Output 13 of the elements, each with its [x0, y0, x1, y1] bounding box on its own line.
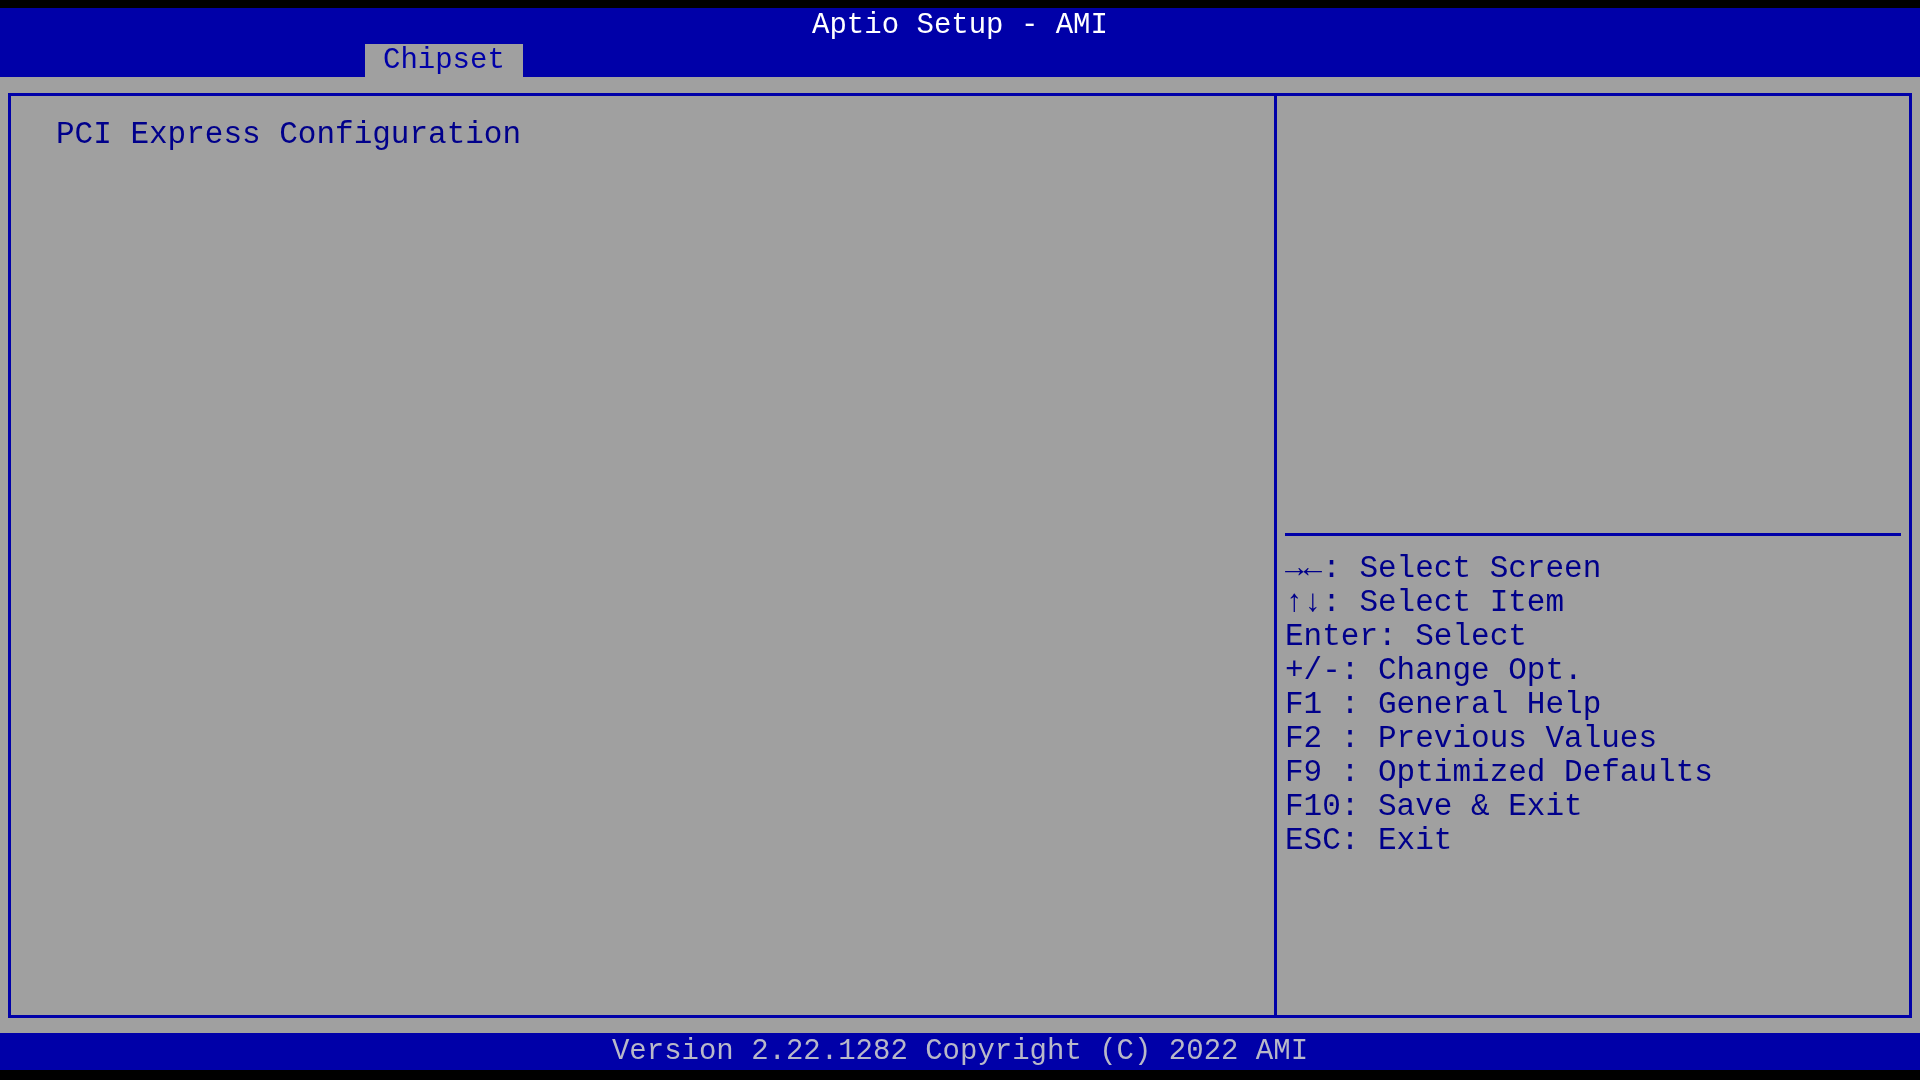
help-line: F1 : General Help: [1285, 688, 1603, 722]
help-line: ↑↓: Select Item: [1285, 586, 1566, 620]
help-line: F2 : Previous Values: [1285, 722, 1659, 756]
help-line: +/-: Change Opt.: [1285, 654, 1584, 688]
help-line: F10: Save & Exit: [1285, 790, 1584, 824]
help-line: Enter: Select: [1285, 620, 1528, 654]
help-line: →←: Select Screen: [1285, 552, 1603, 586]
help-line: F9 : Optimized Defaults: [1285, 756, 1714, 790]
menu-item[interactable]: PCI Express Configuration: [56, 118, 1229, 152]
window-title: Aptio Setup - AMI: [812, 8, 1108, 44]
version-text: Version 2.22.1282 Copyright (C) 2022 AMI: [611, 1033, 1309, 1070]
tab[interactable]: Chipset: [365, 44, 523, 77]
help-line: ESC: Exit: [1285, 824, 1454, 858]
